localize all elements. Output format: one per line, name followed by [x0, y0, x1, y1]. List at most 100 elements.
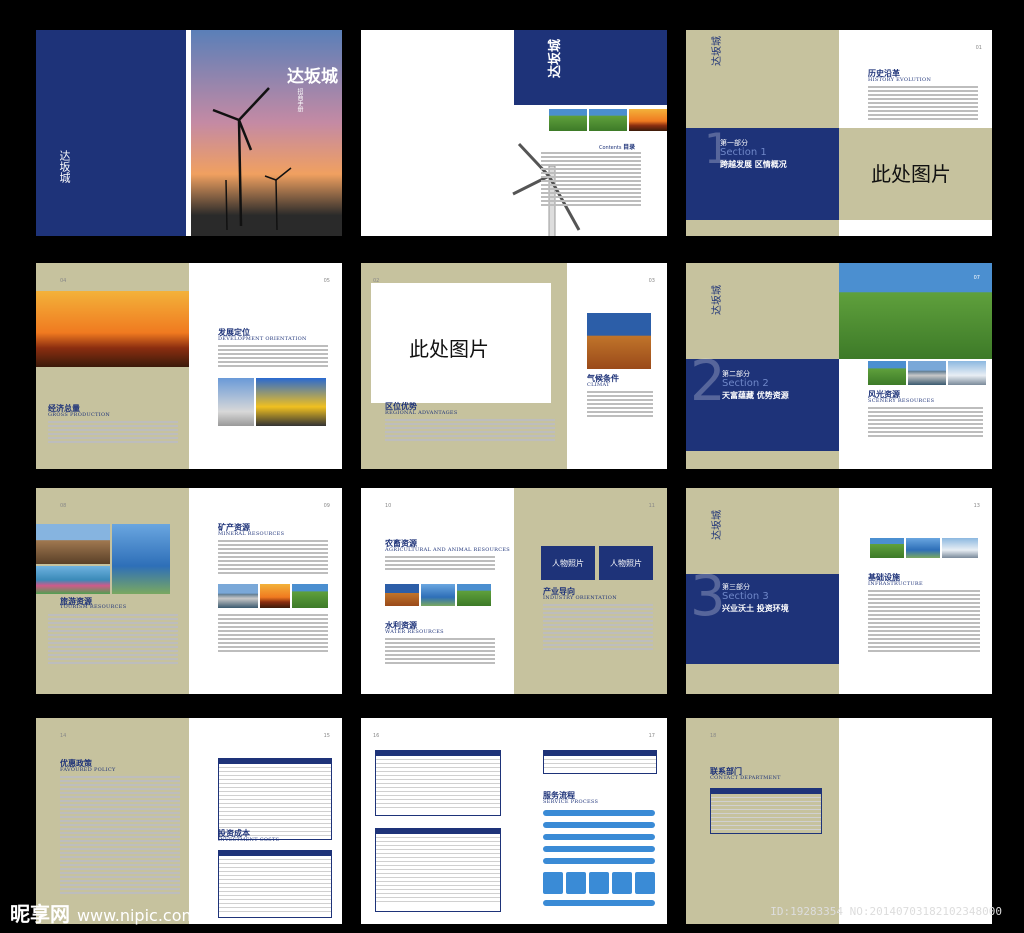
page-number: 10 — [385, 503, 392, 509]
section2-en-label: Section 2 — [722, 378, 769, 389]
contents-photo-3 — [629, 109, 667, 131]
page-number: 13 — [973, 503, 980, 509]
policy-heading-en: FAVOURED POLICY — [60, 767, 116, 773]
section1-brand: 达坂城 — [712, 36, 723, 66]
contents-brand-title: 达坂城 — [548, 38, 563, 78]
service-flow-step-1 — [543, 810, 655, 816]
autumn-forest-photo — [587, 313, 651, 369]
location-heading-en: REGIONAL ADVANTAGES — [385, 410, 458, 416]
section2-number: 2 — [690, 349, 726, 414]
cover-wind-photo: 达坂城 招商手册 — [191, 30, 342, 236]
page-number: 04 — [60, 278, 67, 284]
cover-title: 达坂城 — [287, 67, 338, 87]
section3-en-label: Section 3 — [722, 591, 769, 602]
climate-heading-en: CLIMAT — [587, 382, 610, 388]
price-table-1 — [375, 750, 501, 816]
spread-pages-16-17: 16 17 服务流程 SERVICE PROCESS — [361, 718, 667, 924]
scenery-photo-3 — [948, 361, 986, 385]
watermark-cn: 昵享网 — [10, 902, 70, 926]
watermark: 昵享网 www.nipic.com — [10, 898, 197, 927]
image-placeholder: 此处图片 — [409, 337, 489, 361]
scenery-photo-1 — [868, 361, 906, 385]
back-cover: 达坂城 — [36, 30, 186, 236]
page-number: 01 — [975, 45, 982, 51]
tourism-photo-2 — [112, 524, 170, 594]
page-number: 17 — [648, 733, 655, 739]
wind-turbine-icon — [212, 87, 292, 231]
section2-banner: 2 第二部分 Section 2 天富蕴藏 优势资源 — [686, 349, 839, 451]
water-heading-en: WATER RESOURCES — [385, 629, 444, 635]
mineral-photo-3 — [292, 584, 328, 608]
section2-title: 天富蕴藏 优势资源 — [722, 391, 789, 400]
spread-pages-10-11: 10 11 农畜资源 AGRICULTURAL AND ANIMAL RESOU… — [361, 488, 667, 694]
back-cover-vertical-title: 达坂城 — [58, 150, 71, 183]
page-number: 05 — [323, 278, 330, 284]
spread-pages-04-05: 04 05 经济总量 GROSS PRODUCTION 发展定位 DEVELOP… — [36, 263, 342, 469]
construction-photo-2 — [256, 378, 326, 426]
section3-banner: 3 第三部分 Section 3 兴业沃土 投资环境 — [686, 564, 839, 664]
agri-photo-1 — [385, 584, 419, 606]
cost-table — [218, 850, 332, 918]
resource-table — [543, 750, 657, 774]
service-heading-en: SERVICE PROCESS — [543, 799, 599, 805]
section1-banner: 1 第一部分 Section 1 跨越发展 区情概况 — [686, 124, 839, 220]
spread-cover: 达坂城 达坂城 招商手册 — [36, 30, 342, 236]
service-flow-box-2 — [566, 872, 586, 894]
cover-tagline: 招商手册 — [296, 88, 303, 112]
infra-heading-en: INFRASTRUCTURE — [868, 581, 923, 587]
service-flow-step-2 — [543, 822, 655, 828]
economy-heading-en: GROSS PRODUCTION — [48, 412, 111, 418]
spread-section-1: 达坂城 01 历史沿革 HISTORY EVOLUTION 1 第一部分 Sec… — [686, 30, 992, 236]
spread-pages-14-15: 14 15 优惠政策 FAVOURED POLICY 投资成本 INVESTME… — [36, 718, 342, 924]
service-flow-step-4 — [543, 846, 655, 852]
industry-heading-en: INDUSTRY ORIENTATION — [543, 595, 617, 601]
page-number: 14 — [60, 733, 67, 739]
mineral-photo-1 — [218, 584, 258, 608]
mineral-photo-2 — [260, 584, 290, 608]
section1-title: 跨越发展 区情概况 — [720, 160, 787, 169]
spread-contacts: 18 联系部门 CONTACT DEPARTMENT — [686, 718, 992, 924]
section1-en-label: Section 1 — [720, 147, 767, 158]
mineral-heading-en: MINERAL RESOURCES — [218, 531, 285, 537]
page-number: 02 — [373, 278, 380, 284]
wind-farm-photo — [839, 263, 992, 359]
person-photo-placeholder-1: 人物照片 — [541, 546, 595, 580]
page-number: 08 — [60, 503, 67, 509]
page-number: 11 — [648, 503, 655, 509]
contact-table — [710, 788, 822, 834]
spread-contents: 达坂城 Contents 目录 — [361, 30, 667, 236]
tourism-heading-en: TOURISM RESOURCES — [60, 604, 127, 610]
image-placeholder: 此处图片 — [871, 162, 951, 186]
section3-title: 兴业沃土 投资环境 — [722, 604, 789, 613]
page-number: 15 — [323, 733, 330, 739]
spread-section-2: 达坂城 07 2 第二部分 Section 2 天富蕴藏 优势资源 风光资源 S… — [686, 263, 992, 469]
cost-heading-en: INVESTMENT COSTS — [218, 837, 280, 843]
sunset-road-photo — [36, 291, 189, 367]
tourism-photo-3 — [36, 566, 110, 594]
contents-en-label: Contents — [599, 145, 622, 151]
service-flow-box-5 — [635, 872, 655, 894]
infra-photo-1 — [870, 538, 904, 558]
contact-heading-en: CONTACT DEPARTMENT — [710, 775, 781, 781]
contents-cn-label: 目录 — [623, 144, 636, 151]
section3-brand: 达坂城 — [712, 510, 723, 540]
scenery-heading-en: SCENERY RESOURCES — [868, 398, 935, 404]
section3-number: 3 — [690, 564, 726, 629]
watermark-url: www.nipic.com — [76, 906, 198, 925]
history-heading-en: HISTORY EVOLUTION — [868, 77, 932, 83]
page-number: 07 — [973, 275, 980, 281]
page-number: 16 — [373, 733, 380, 739]
tourism-photo-1 — [36, 524, 110, 564]
infra-photo-3 — [942, 538, 978, 558]
spread-pages-08-09: 08 09 旅游资源 TOURISM RESOURCES 矿产资源 MINERA… — [36, 488, 342, 694]
service-flow-box-1 — [543, 872, 563, 894]
spread-section-3: 达坂城 13 3 第三部分 Section 3 兴业沃土 投资环境 基础设施 I… — [686, 488, 992, 694]
spread-pages-02-03: 02 03 此处图片 区位优势 REGIONAL ADVANTAGES 气候条件… — [361, 263, 667, 469]
image-id-text: ID:19283354 NO:20140703182102348000 — [770, 905, 1002, 918]
contents-header: 达坂城 — [514, 30, 667, 105]
page-number: 03 — [648, 278, 655, 284]
construction-photo-1 — [218, 378, 254, 426]
service-flow-step-6 — [543, 900, 655, 906]
infra-photo-2 — [906, 538, 940, 558]
page-number: 18 — [710, 733, 717, 739]
